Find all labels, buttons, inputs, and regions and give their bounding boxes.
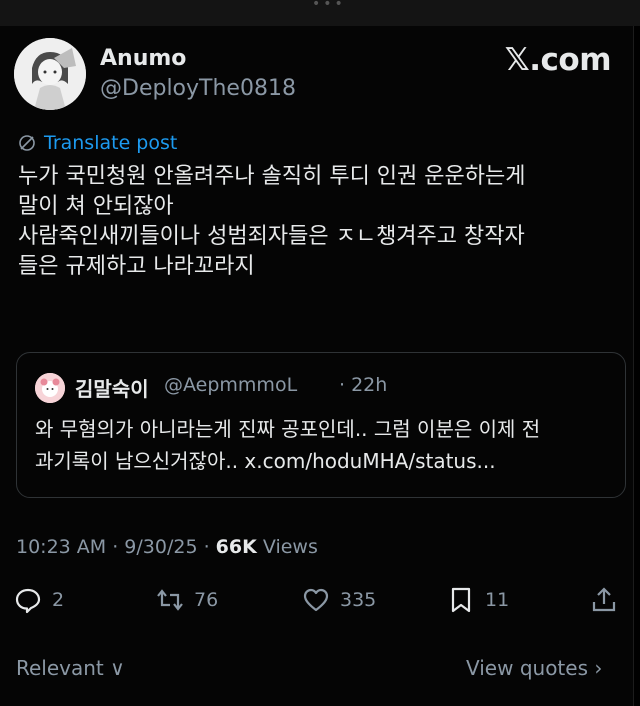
action-bar: 2 76 335 11 bbox=[0, 586, 634, 626]
views-count[interactable]: 66K bbox=[216, 536, 257, 558]
x-logo: 𝕏.com bbox=[504, 42, 612, 78]
sort-relevant-dropdown[interactable]: Relevant ∨ bbox=[16, 656, 125, 680]
reply-count: 2 bbox=[52, 589, 65, 611]
view-quotes-link[interactable]: View quotes › bbox=[466, 656, 602, 680]
heart-icon bbox=[303, 588, 329, 612]
reply-icon bbox=[15, 588, 41, 614]
reply-button[interactable]: 2 bbox=[14, 586, 64, 614]
bookmark-button[interactable]: 11 bbox=[447, 586, 509, 614]
author-display-name[interactable]: Anumo bbox=[100, 46, 186, 71]
quote-timestamp: · 22h bbox=[339, 374, 388, 396]
quote-author-handle[interactable]: @AepmmmoL bbox=[164, 374, 297, 396]
share-button[interactable] bbox=[590, 586, 618, 614]
like-button[interactable]: 335 bbox=[302, 586, 376, 614]
quote-author-avatar[interactable] bbox=[35, 373, 65, 403]
quote-avatar-illustration bbox=[35, 373, 65, 403]
translate-icon bbox=[19, 135, 35, 151]
repost-icon bbox=[157, 589, 183, 611]
translate-label: Translate post bbox=[44, 132, 178, 154]
author-handle[interactable]: @DeployThe0818 bbox=[100, 76, 296, 101]
post-card: Anumo @DeployThe0818 𝕏.com Translate pos… bbox=[0, 26, 634, 706]
status-bar: ••• bbox=[0, 0, 640, 26]
bookmark-icon bbox=[451, 587, 471, 613]
author-avatar[interactable] bbox=[14, 38, 86, 110]
avatar-illustration bbox=[14, 38, 86, 110]
quote-author-name[interactable]: 김말숙이 bbox=[75, 373, 149, 402]
bookmark-count: 11 bbox=[485, 589, 510, 611]
post-timestamp: 10:23 AM · 9/30/25 · bbox=[16, 536, 216, 558]
translate-post-link[interactable]: Translate post bbox=[18, 132, 177, 154]
repost-button[interactable]: 76 bbox=[156, 586, 218, 614]
quoted-post[interactable]: 김말숙이 @AepmmmoL · 22h 와 무혐의가 아니라는게 진짜 공포인… bbox=[16, 352, 626, 498]
status-bar-dots: ••• bbox=[312, 0, 346, 12]
like-count: 335 bbox=[340, 589, 377, 611]
post-meta: 10:23 AM · 9/30/25 · 66K Views bbox=[16, 536, 318, 558]
share-icon bbox=[592, 587, 616, 612]
post-text: 누가 국민청원 안올려주나 솔직히 투디 인권 운운하는게 말이 쳐 안되잖아 … bbox=[18, 164, 526, 279]
quote-text: 와 무혐의가 아니라는게 진짜 공포인데.. 그럼 이분은 이제 전 과기록이 … bbox=[35, 417, 541, 473]
repost-count: 76 bbox=[194, 589, 219, 611]
views-label: Views bbox=[256, 536, 318, 558]
